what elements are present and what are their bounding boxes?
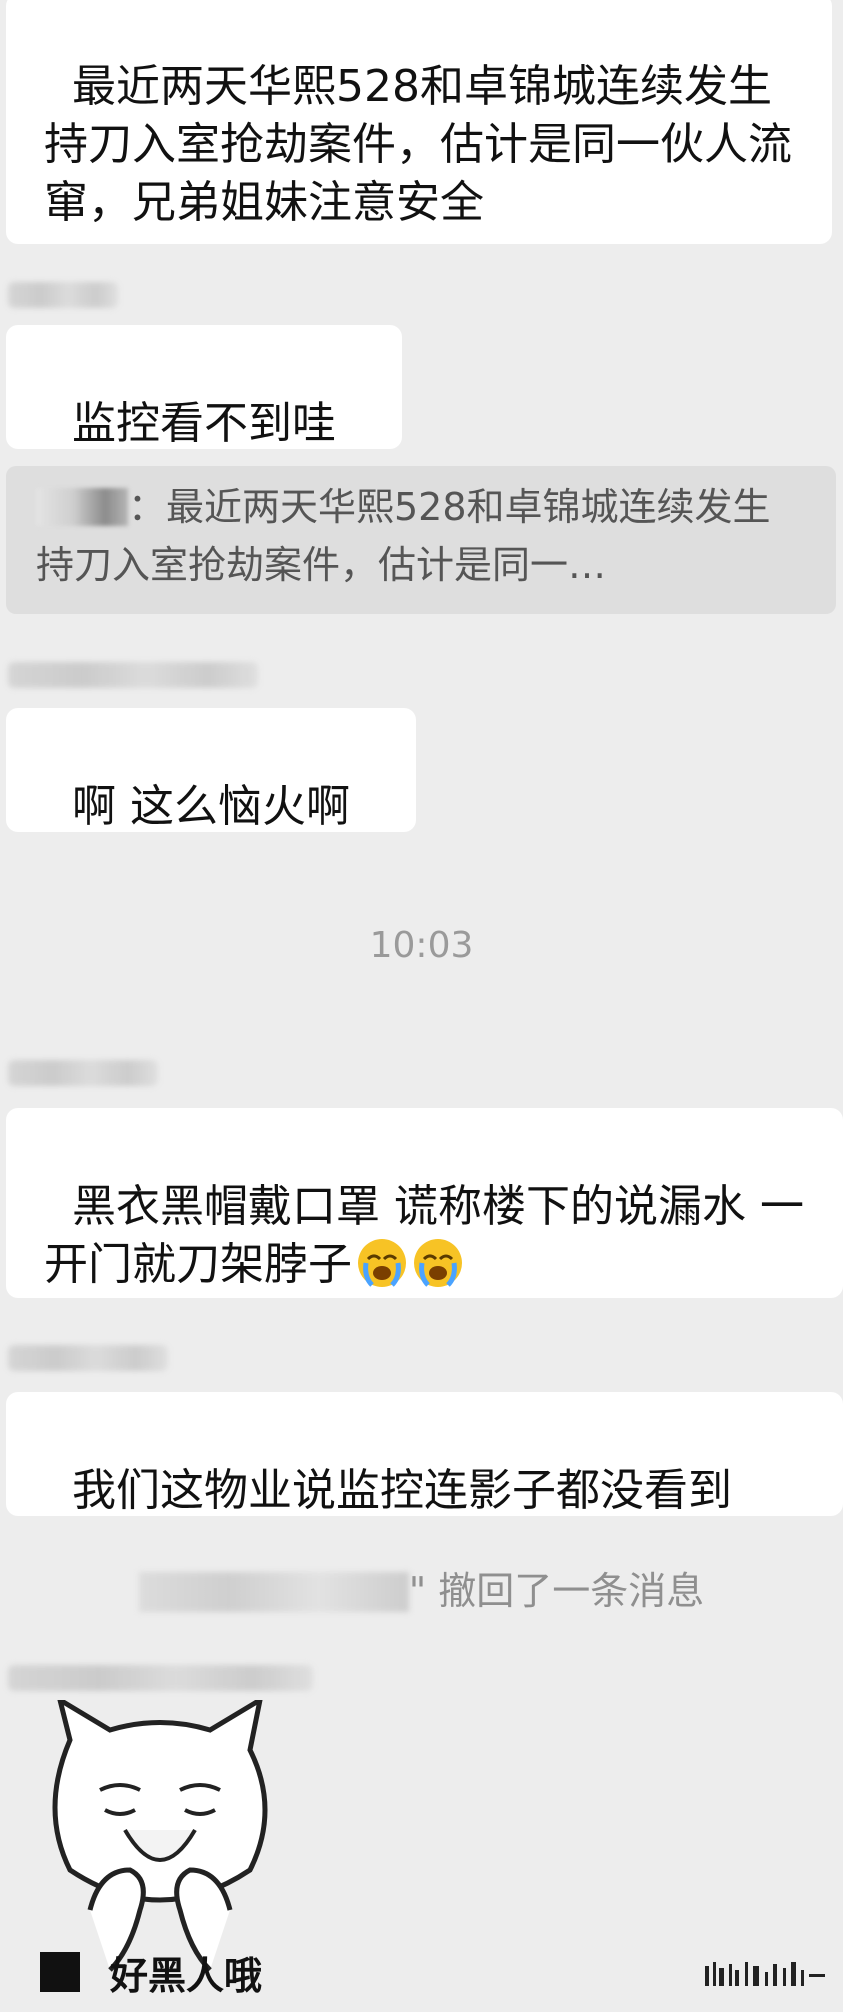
loudly-crying-face-icon [358,1239,406,1287]
recall-text: " 撤回了一条消息 [408,1569,705,1613]
sender-name-blurred [8,1665,313,1691]
message-text-5: 我们这物业说监控连影子都没看到 [71,1465,732,1516]
message-bubble-3[interactable]: 啊 这么恼火啊 [6,708,416,832]
message-text-2: 监控看不到哇 [71,398,336,449]
recall-notice: " 撤回了一条消息 [0,1560,843,1615]
meme-mark-block [40,1952,80,1992]
barcode-watermark-icon [705,1962,825,1986]
recalled-sender-blurred [138,1572,409,1612]
sender-name-blurred [8,1345,168,1371]
message-bubble-2[interactable]: 监控看不到哇 [6,325,402,449]
sender-name-blurred [8,1060,158,1086]
message-text-1: 最近两天华熙528和卓锦城连续发生持刀入室抢劫案件，估计是同一伙人流窜，兄弟姐妹… [44,61,792,228]
sender-name-blurred [8,662,258,688]
meme-caption: 好黑人哦 [110,1954,263,1998]
message-text-3: 啊 这么恼火啊 [71,781,350,832]
quoted-text: ：最近两天华熙528和卓锦城连续发生持刀入室抢劫案件，估计是同一… [36,485,771,587]
loudly-crying-face-icon [414,1239,462,1287]
quoted-message[interactable]: ：最近两天华熙528和卓锦城连续发生持刀入室抢劫案件，估计是同一… [6,466,836,614]
message-bubble-4[interactable]: 黑衣黑帽戴口罩 谎称楼下的说漏水 一开门就刀架脖子 [6,1108,843,1298]
timestamp: 10:03 [369,925,474,966]
sender-name-blurred [8,282,118,308]
message-bubble-1[interactable]: 最近两天华熙528和卓锦城连续发生持刀入室抢劫案件，估计是同一伙人流窜，兄弟姐妹… [6,0,832,244]
message-bubble-5[interactable]: 我们这物业说监控连影子都没看到 [6,1392,843,1516]
quoted-sender-blurred [36,488,128,526]
